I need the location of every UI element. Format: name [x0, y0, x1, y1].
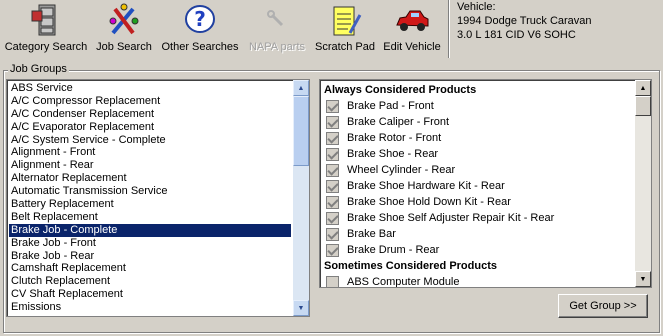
- job-group-item[interactable]: Alignment - Front: [9, 146, 291, 159]
- job-group-item[interactable]: ABS Service: [9, 82, 291, 95]
- arrow-up-icon: ▲: [639, 84, 647, 92]
- product-item[interactable]: Brake Caliper - Front: [324, 114, 651, 130]
- vehicle-model: 1994 Dodge Truck Caravan: [457, 15, 592, 27]
- scroll-up-button[interactable]: ▲: [635, 80, 651, 96]
- products-list[interactable]: Always Considered Products Brake Pad - F…: [319, 79, 652, 288]
- checkbox-checked[interactable]: [326, 99, 339, 113]
- job-group-item[interactable]: A/C System Service - Complete: [9, 134, 291, 147]
- job-group-item[interactable]: Alignment - Rear: [9, 159, 291, 172]
- product-label: Brake Bar: [347, 228, 396, 240]
- job-group-item[interactable]: Brake Job - Rear: [9, 250, 291, 263]
- product-label: Brake Rotor - Front: [347, 132, 442, 144]
- category-search-label: Category Search: [4, 41, 88, 53]
- product-label: Wheel Cylinder - Rear: [347, 164, 456, 176]
- product-item[interactable]: Brake Drum - Rear: [324, 242, 651, 258]
- tools-icon: [106, 2, 142, 38]
- job-group-item[interactable]: Alternator Replacement: [9, 172, 291, 185]
- get-group-button[interactable]: Get Group >>: [558, 294, 648, 318]
- question-icon: ?: [182, 2, 218, 38]
- product-label: Brake Shoe Hold Down Kit - Rear: [347, 196, 511, 208]
- job-group-item[interactable]: Belt Replacement: [9, 211, 291, 224]
- job-group-item[interactable]: Clutch Replacement: [9, 275, 291, 288]
- product-label: Brake Caliper - Front: [347, 116, 450, 128]
- napa-parts-button[interactable]: NAPA parts: [244, 0, 310, 58]
- job-group-item[interactable]: Automatic Transmission Service: [9, 185, 291, 198]
- checkbox-checked[interactable]: [326, 163, 339, 177]
- job-group-item[interactable]: Camshaft Replacement: [9, 262, 291, 275]
- job-group-item-selected[interactable]: Brake Job - Complete: [9, 223, 291, 237]
- scroll-thumb[interactable]: [293, 96, 309, 166]
- sometimes-considered-heading: Sometimes Considered Products: [324, 260, 497, 272]
- product-label: Brake Shoe Hardware Kit - Rear: [347, 180, 505, 192]
- job-group-item[interactable]: CV Shaft Replacement: [9, 288, 291, 301]
- arrow-down-icon: ▼: [639, 275, 647, 283]
- product-label: Brake Shoe - Rear: [347, 148, 439, 160]
- checkbox-checked[interactable]: [326, 195, 339, 209]
- job-groups-list[interactable]: ABS Service A/C Compressor Replacement A…: [6, 79, 310, 317]
- products-scrollbar[interactable]: ▲ ▼: [635, 80, 651, 287]
- toolbar: Category Search Job Search ? Other Searc…: [0, 0, 450, 58]
- scroll-down-button[interactable]: ▼: [293, 300, 309, 316]
- job-search-button[interactable]: Job Search: [94, 0, 154, 58]
- job-group-item[interactable]: A/C Compressor Replacement: [9, 95, 291, 108]
- product-label: Brake Drum - Rear: [347, 244, 440, 256]
- product-item[interactable]: ABS Computer Module: [324, 274, 651, 288]
- product-item[interactable]: Brake Shoe - Rear: [324, 146, 651, 162]
- job-group-item[interactable]: Emissions: [9, 301, 291, 314]
- checkbox-checked[interactable]: [326, 179, 339, 193]
- product-item[interactable]: Brake Shoe Hardware Kit - Rear: [324, 178, 651, 194]
- notepad-icon: [327, 2, 363, 38]
- vehicle-engine: 3.0 L 181 CID V6 SOHC: [457, 29, 576, 41]
- scroll-up-button[interactable]: ▲: [293, 80, 309, 96]
- checkbox-checked[interactable]: [326, 243, 339, 257]
- scroll-down-button[interactable]: ▼: [635, 271, 651, 287]
- arrow-down-icon: ▼: [297, 304, 305, 312]
- product-item[interactable]: Brake Rotor - Front: [324, 130, 651, 146]
- product-label: Brake Shoe Self Adjuster Repair Kit - Re…: [347, 212, 555, 224]
- vehicle-heading: Vehicle:: [457, 1, 496, 13]
- category-search-button[interactable]: Category Search: [4, 0, 88, 58]
- checkbox-checked[interactable]: [326, 115, 339, 129]
- job-groups-title: Job Groups: [8, 63, 69, 75]
- product-label: ABS Computer Module: [347, 276, 460, 288]
- checkbox-checked[interactable]: [326, 211, 339, 225]
- file-cabinet-icon: [28, 2, 64, 38]
- product-item[interactable]: Brake Shoe Self Adjuster Repair Kit - Re…: [324, 210, 651, 226]
- product-item[interactable]: Brake Bar: [324, 226, 651, 242]
- job-group-item[interactable]: Brake Job - Front: [9, 237, 291, 250]
- job-groups-scrollbar[interactable]: ▲ ▼: [293, 80, 309, 316]
- other-searches-label: Other Searches: [161, 41, 239, 53]
- edit-vehicle-button[interactable]: Edit Vehicle: [381, 0, 443, 58]
- product-item[interactable]: Brake Pad - Front: [324, 98, 651, 114]
- edit-vehicle-label: Edit Vehicle: [383, 41, 441, 53]
- svg-text:?: ?: [194, 7, 206, 31]
- car-icon: [394, 2, 430, 38]
- checkbox-checked[interactable]: [326, 131, 339, 145]
- product-item[interactable]: Brake Shoe Hold Down Kit - Rear: [324, 194, 651, 210]
- product-label: Brake Pad - Front: [347, 100, 434, 112]
- other-searches-button[interactable]: ? Other Searches: [160, 0, 240, 58]
- scratch-pad-label: Scratch Pad: [315, 41, 375, 53]
- always-considered-heading: Always Considered Products: [324, 84, 477, 96]
- job-group-item[interactable]: Battery Replacement: [9, 198, 291, 211]
- job-search-label: Job Search: [96, 41, 152, 53]
- scratch-pad-button[interactable]: Scratch Pad: [312, 0, 378, 58]
- checkbox-checked[interactable]: [326, 227, 339, 241]
- wrench-icon: [259, 2, 295, 38]
- product-item[interactable]: Wheel Cylinder - Rear: [324, 162, 651, 178]
- checkbox-checked[interactable]: [326, 147, 339, 161]
- arrow-up-icon: ▲: [297, 84, 305, 92]
- scroll-thumb[interactable]: [635, 96, 651, 116]
- vehicle-info: Vehicle: 1994 Dodge Truck Caravan 3.0 L …: [448, 0, 592, 58]
- job-group-item[interactable]: A/C Condenser Replacement: [9, 108, 291, 121]
- checkbox-unchecked[interactable]: [326, 275, 339, 287]
- napa-parts-label: NAPA parts: [248, 41, 306, 53]
- job-group-item[interactable]: A/C Evaporator Replacement: [9, 121, 291, 134]
